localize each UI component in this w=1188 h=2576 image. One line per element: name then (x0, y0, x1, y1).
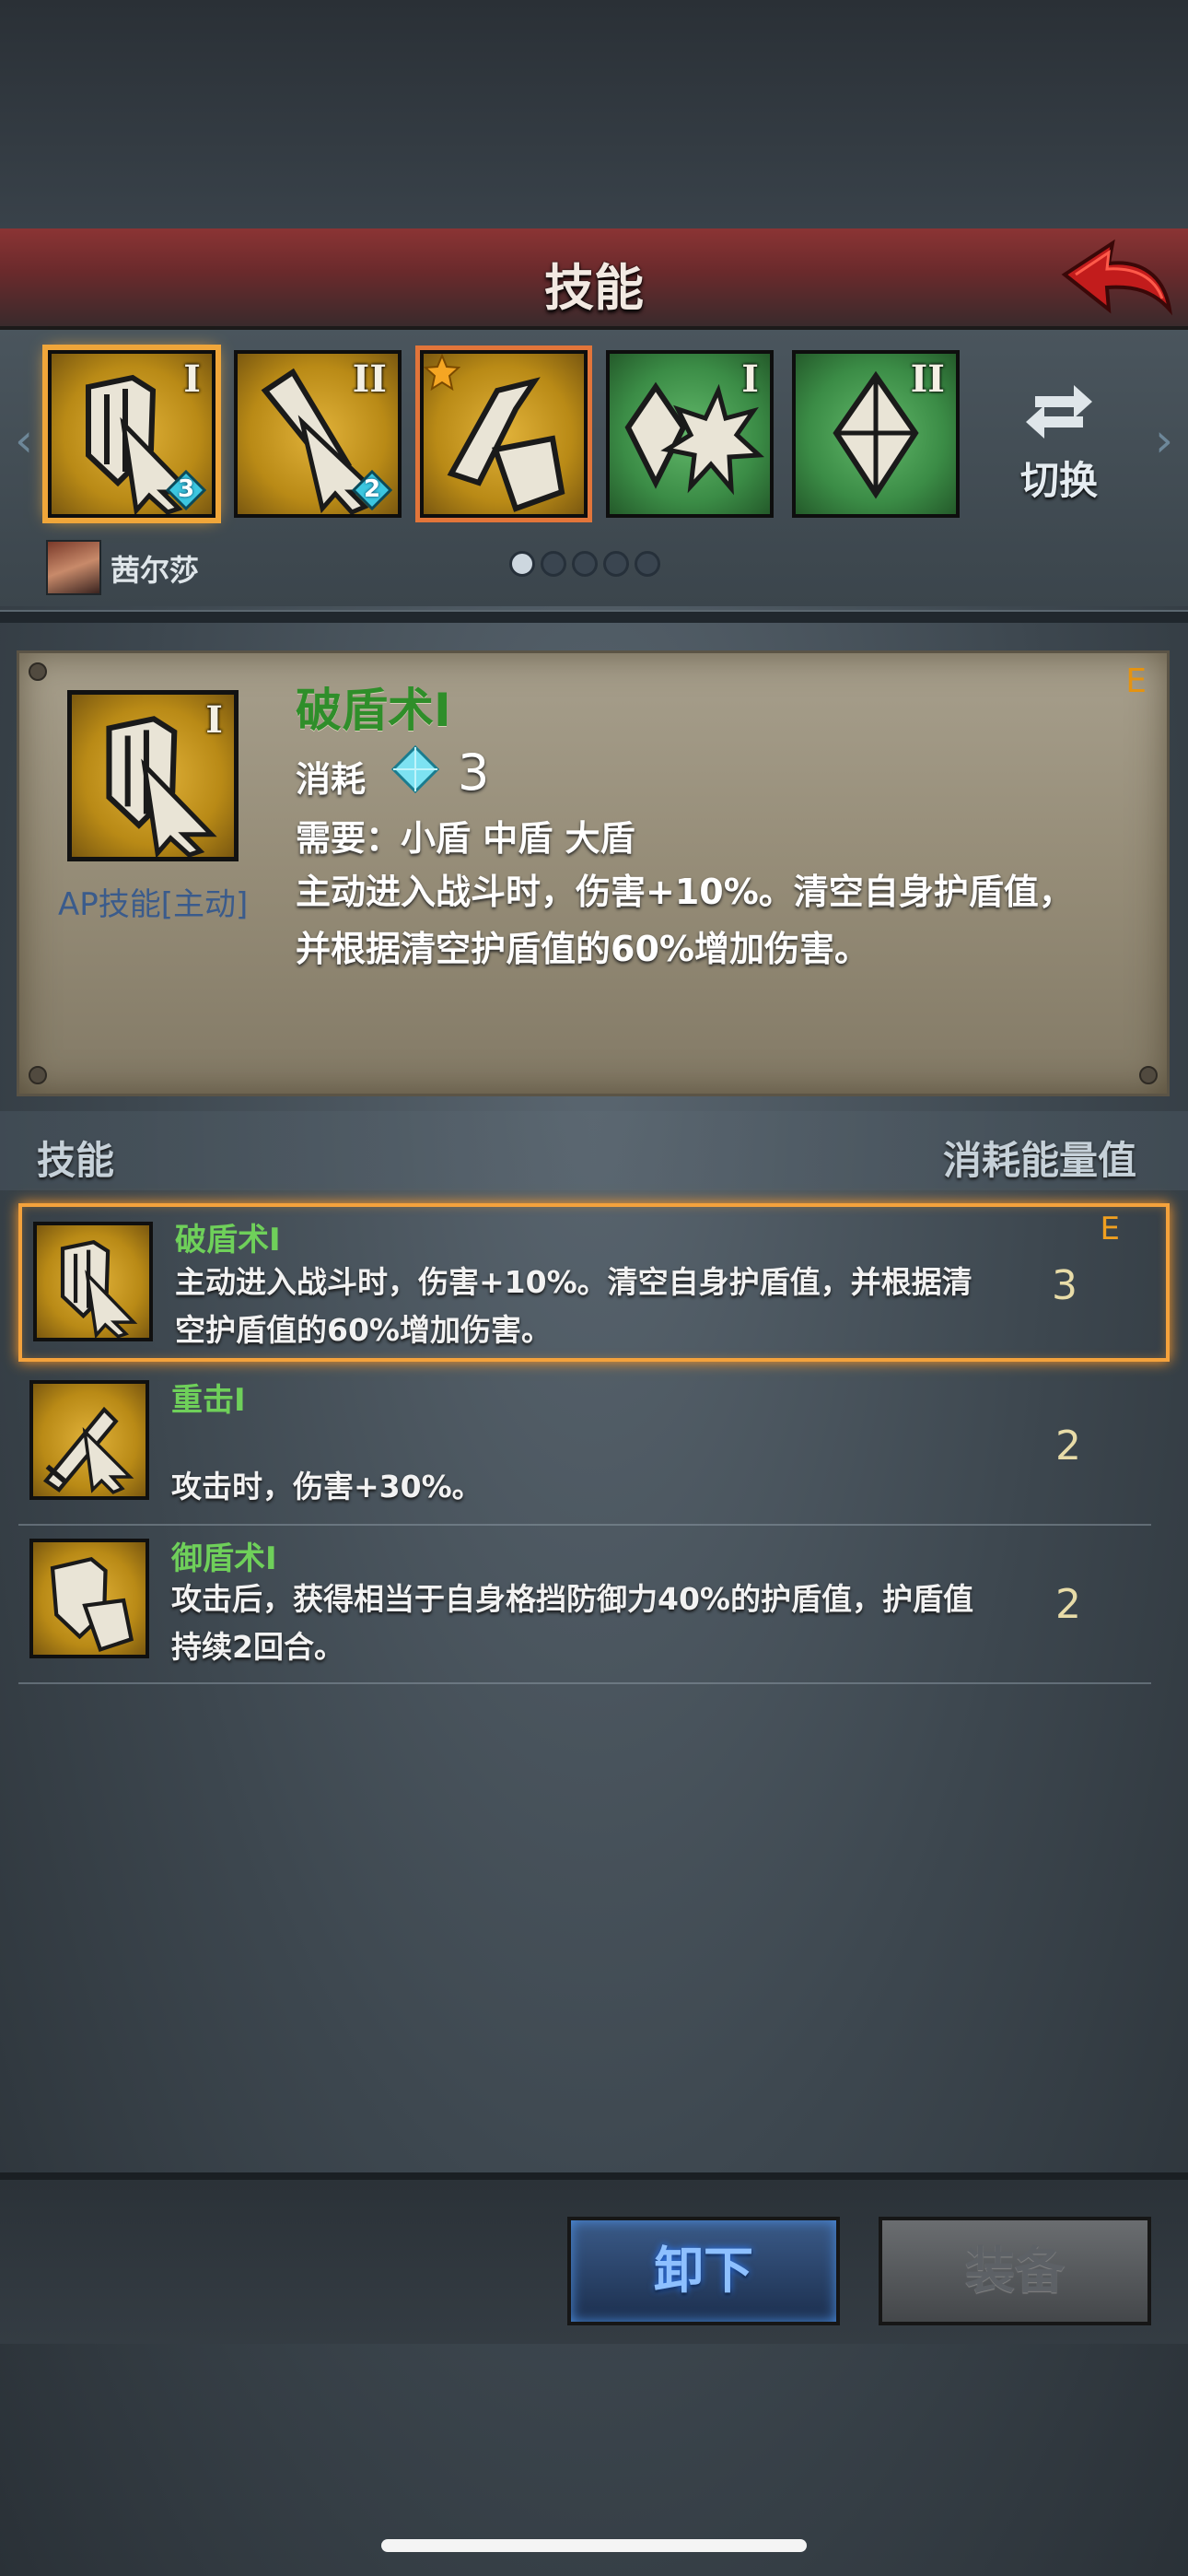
home-indicator[interactable] (381, 2539, 807, 2552)
row-skill-icon (29, 1539, 149, 1658)
row-divider (18, 1682, 1151, 1684)
gem-icon (390, 744, 440, 794)
skill-rank: E (1125, 662, 1147, 700)
skill-level-label: II (910, 357, 945, 401)
requirement-text: 需要：小盾 中盾 大盾 (296, 818, 635, 859)
rivet (29, 1066, 47, 1084)
page-indicator (509, 551, 666, 580)
row-skill-cost: 2 (1055, 1423, 1081, 1469)
switch-button[interactable]: 切换 (1013, 376, 1105, 503)
page-dot[interactable] (572, 551, 598, 577)
page-dot[interactable] (541, 551, 566, 577)
detail-skill-icon: I (67, 690, 239, 861)
skill-row[interactable]: 重击I 攻击时，伤害+30%。 2 (18, 1367, 1170, 1526)
row-skill-cost: 3 (1052, 1262, 1077, 1309)
skill-level-label: I (205, 698, 223, 742)
list-header-cost: 消耗能量值 (942, 1138, 1136, 1183)
list-header-skill: 技能 (37, 1138, 115, 1183)
cost-value: 3 (458, 744, 490, 802)
skill-level-label: I (741, 357, 759, 401)
skill-level-label: I (183, 357, 201, 401)
skill-slot-2[interactable]: II 2 (234, 350, 402, 518)
detail-skill-name: 破盾术I (296, 684, 451, 737)
row-skill-cost: 2 (1055, 1581, 1081, 1628)
skill-slot-4[interactable]: I (606, 350, 774, 518)
row-skill-rank: E (1100, 1211, 1120, 1247)
shield-guard-icon (50, 1556, 134, 1653)
row-skill-desc: 主动进入战斗时，伤害+10%。清空自身护盾值，并根据清空护盾值的60%增加伤害。 (175, 1264, 973, 1348)
header-bar: 技能 (0, 228, 1188, 330)
rivet (29, 662, 47, 681)
cost-label: 消耗 (296, 759, 367, 800)
skill-slot-3[interactable] (415, 345, 592, 522)
skill-slot-5[interactable]: II (792, 350, 960, 518)
skill-slot-1[interactable]: I 3 (42, 345, 221, 523)
row-skill-name: 重击I (171, 1382, 246, 1419)
skill-row[interactable]: 破盾术I 主动进入战斗时，伤害+10%。清空自身护盾值，并根据清空护盾值的60%… (18, 1203, 1170, 1362)
swap-arrows-icon (1026, 385, 1092, 439)
divider (0, 610, 1188, 623)
character-avatar (46, 540, 101, 595)
page-dot[interactable] (635, 551, 660, 577)
page-dot[interactable] (603, 551, 629, 577)
unequip-button[interactable]: 卸下 (567, 2217, 840, 2325)
back-arrow-icon (1061, 239, 1173, 316)
row-divider (18, 1524, 1151, 1526)
skill-description: 主动进入战斗时，伤害+10%。清空自身护盾值，并根据清空护盾值的60%增加伤害。 (296, 872, 1074, 969)
next-arrow-icon[interactable]: › (1146, 404, 1182, 477)
page-dot[interactable] (509, 551, 535, 577)
gem-count-badge: 2 (352, 470, 392, 510)
rivet (1139, 1066, 1158, 1084)
skill-detail-panel: I AP技能[主动] 破盾术I E 消耗 3 需要：小盾 中盾 大盾 主动进入战… (17, 650, 1170, 1096)
row-skill-name: 御盾术I (171, 1540, 277, 1577)
bottom-action-bar: 卸下 装备 (0, 2172, 1188, 2344)
row-skill-desc: 攻击后，获得相当于自身格挡防御力40%的护盾值，护盾值持续2回合。 (171, 1581, 973, 1665)
skill-row[interactable]: 御盾术I 攻击后，获得相当于自身格挡防御力40%的护盾值，护盾值持续2回合。 2 (18, 1529, 1170, 1688)
page-title: 技能 (544, 259, 644, 317)
row-skill-desc: 攻击时，伤害+30%。 (171, 1469, 483, 1505)
sword-strike-icon (42, 1406, 134, 1494)
equip-button[interactable]: 装备 (879, 2217, 1151, 2325)
row-skill-icon (29, 1380, 149, 1500)
prev-arrow-icon[interactable]: ‹ (6, 404, 42, 477)
equipped-skills-strip: ‹ › I 3 II 2 I II 切换 茜尔莎 (0, 330, 1188, 606)
skill-level-label: II (352, 357, 387, 401)
star-icon (424, 354, 460, 391)
skill-type-label: AP技能[主动] (58, 886, 249, 923)
character-name: 茜尔莎 (111, 553, 200, 588)
row-skill-name: 破盾术I (175, 1222, 281, 1259)
top-background (0, 0, 1188, 230)
shield-break-icon (60, 1239, 138, 1340)
row-skill-icon (33, 1222, 153, 1341)
back-button[interactable] (1055, 238, 1175, 321)
gem-count-badge: 3 (166, 470, 206, 510)
